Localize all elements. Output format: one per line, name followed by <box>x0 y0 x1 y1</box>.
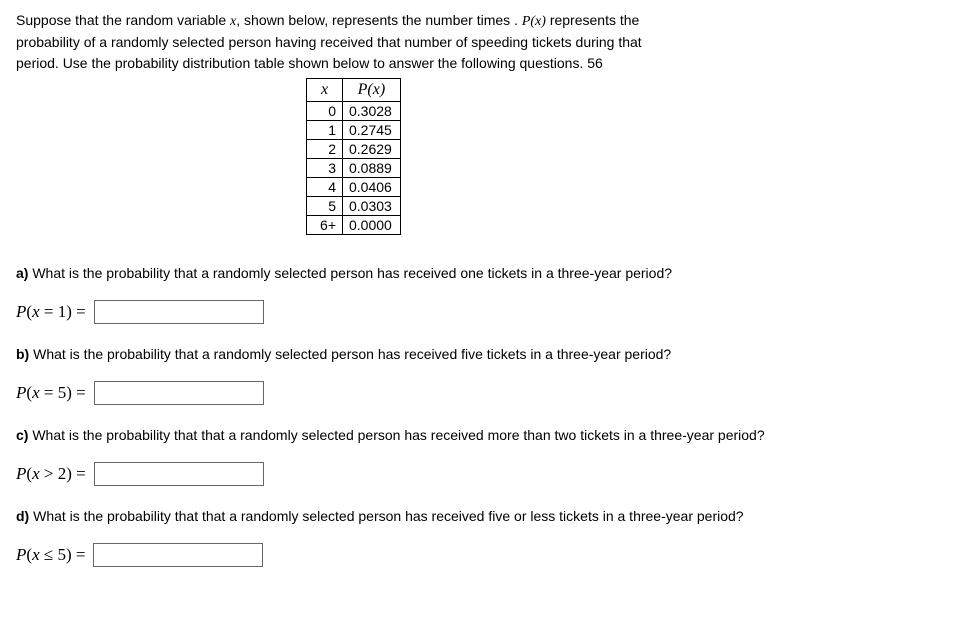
question-a-text: What is the probability that a randomly … <box>28 265 672 281</box>
question-d: d) What is the probability that that a r… <box>16 506 940 527</box>
table-row: 10.2745 <box>307 121 401 140</box>
math-label-a: P(x = 1) = <box>16 302 86 322</box>
question-c-label: c) <box>16 427 28 443</box>
math-label-d: P(x ≤ 5) = <box>16 545 85 565</box>
answer-input-b[interactable] <box>94 381 264 405</box>
question-b: b) What is the probability that a random… <box>16 344 940 365</box>
table-row: 6+0.0000 <box>307 216 401 235</box>
table-row: 50.0303 <box>307 197 401 216</box>
question-d-label: d) <box>16 508 29 524</box>
math-label-b: P(x = 5) = <box>16 383 86 403</box>
probability-table: x P(x) 00.3028 10.2745 20.2629 30.0889 4… <box>306 78 401 235</box>
table-row: 40.0406 <box>307 178 401 197</box>
table-header-px: P(x) <box>343 79 401 102</box>
math-label-c: P(x > 2) = <box>16 464 86 484</box>
question-c: c) What is the probability that that a r… <box>16 425 940 446</box>
table-row: 20.2629 <box>307 140 401 159</box>
question-a: a) What is the probability that a random… <box>16 263 940 284</box>
table-header-x: x <box>307 79 343 102</box>
answer-row-a: P(x = 1) = <box>16 300 940 324</box>
question-b-label: b) <box>16 346 29 362</box>
answer-row-c: P(x > 2) = <box>16 462 940 486</box>
answer-row-b: P(x = 5) = <box>16 381 940 405</box>
answer-input-d[interactable] <box>93 543 263 567</box>
question-d-text: What is the probability that that a rand… <box>29 508 743 524</box>
table-row: 00.3028 <box>307 102 401 121</box>
question-a-label: a) <box>16 265 28 281</box>
table-row: 30.0889 <box>307 159 401 178</box>
question-c-text: What is the probability that that a rand… <box>28 427 764 443</box>
answer-input-c[interactable] <box>94 462 264 486</box>
question-b-text: What is the probability that a randomly … <box>29 346 671 362</box>
intro-text: Suppose that the random variable x, show… <box>16 10 940 74</box>
answer-row-d: P(x ≤ 5) = <box>16 543 940 567</box>
answer-input-a[interactable] <box>94 300 264 324</box>
